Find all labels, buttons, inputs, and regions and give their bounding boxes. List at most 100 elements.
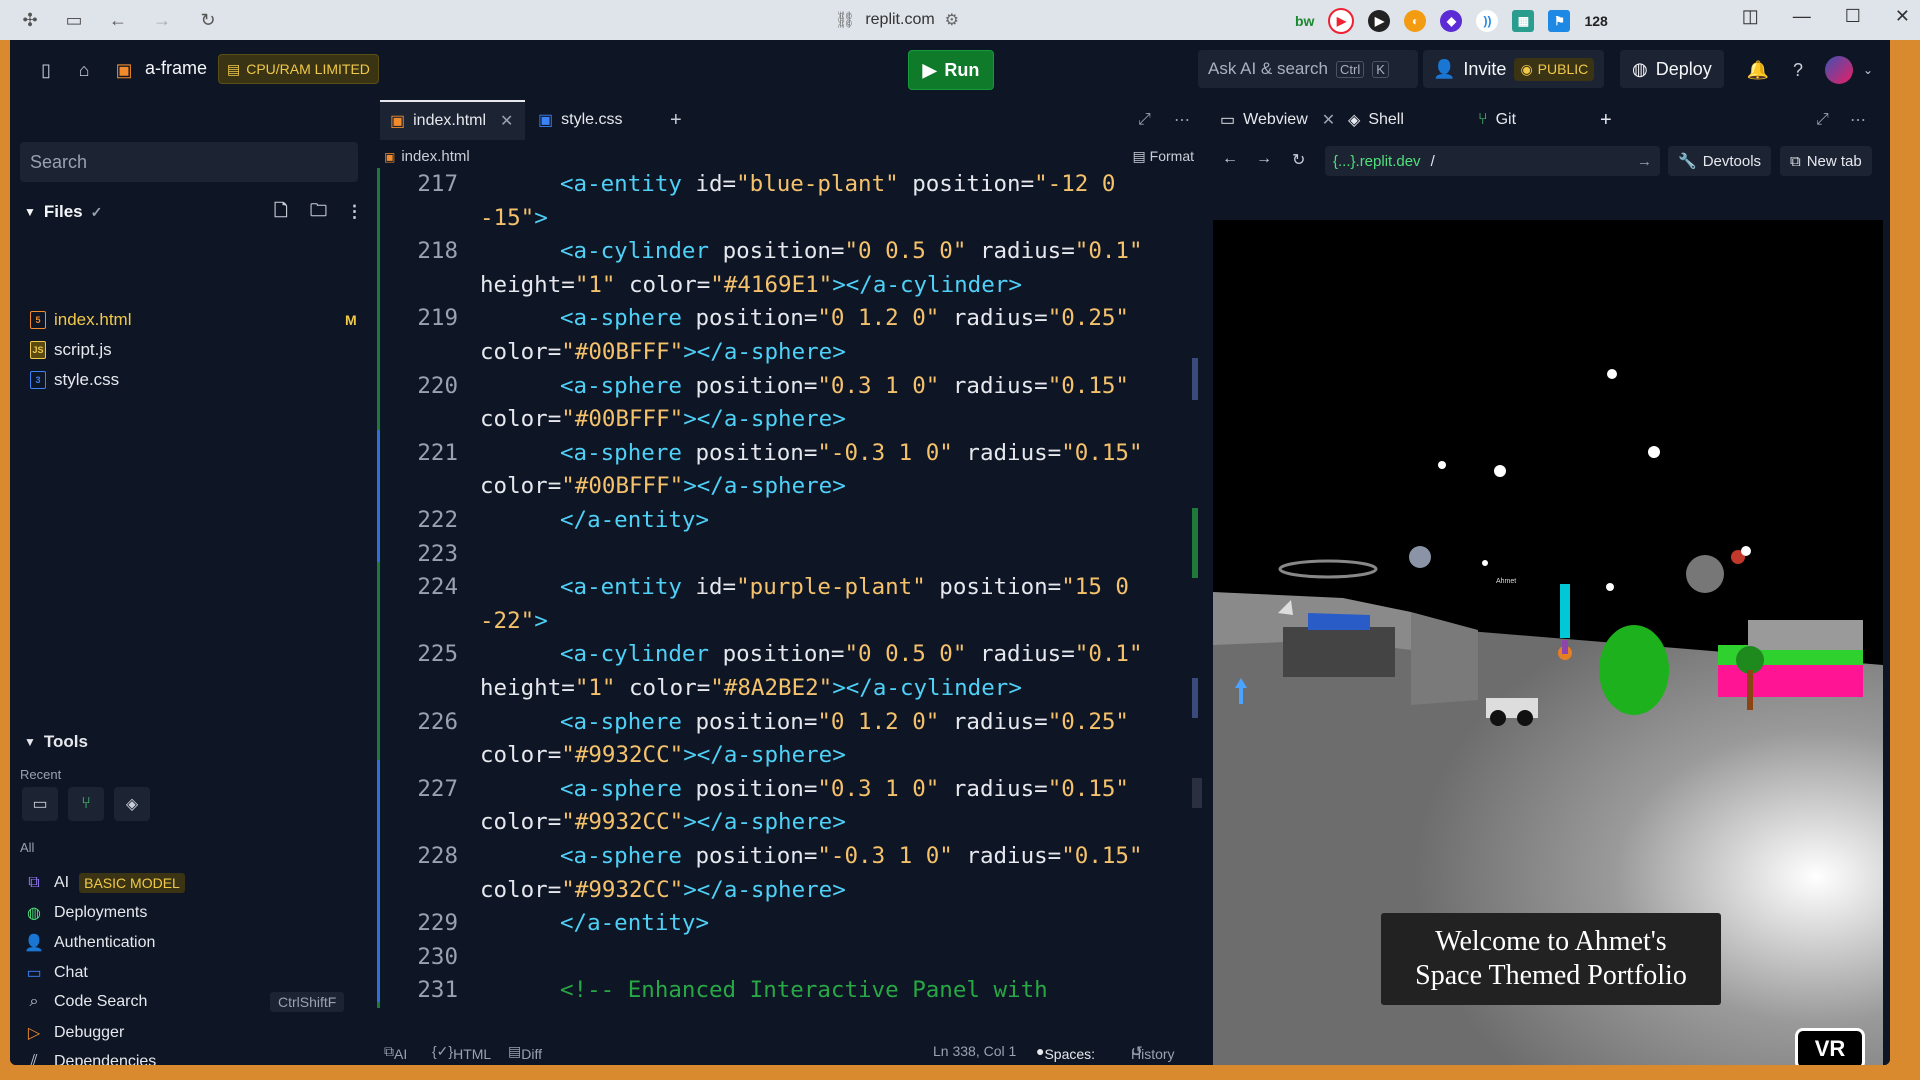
code-line[interactable]: height="1" color="#8A2BE2"></a-cylinder> <box>368 672 1188 705</box>
forward-icon[interactable]: → <box>1256 150 1272 168</box>
code-line[interactable]: 223 <box>368 538 1188 571</box>
status-diff[interactable]: ▤ Diff <box>508 1043 542 1062</box>
code-line[interactable]: color="#9932CC"></a-sphere> <box>368 806 1188 839</box>
vr-button[interactable]: VR <box>1795 1028 1865 1065</box>
tab-style-css[interactable]: ▣ style.css <box>528 100 632 140</box>
file-item-html[interactable]: 5 index.html M <box>30 310 360 330</box>
code-line[interactable]: 217 <a-entity id="blue-plant" position="-… <box>368 168 1188 201</box>
tab-webview[interactable]: ▭ Webview ✕ <box>1220 100 1335 140</box>
recent-shell-icon[interactable]: ◈ <box>114 787 150 821</box>
ext-flag-icon[interactable]: ⚑ <box>1548 10 1571 32</box>
breadcrumb[interactable]: ▣ index.html <box>384 148 470 165</box>
tool-item-dependencies[interactable]: ⫽ Dependencies <box>24 1053 364 1065</box>
ext-diamond-icon[interactable]: ◆ <box>1440 10 1463 32</box>
resource-limit-badge[interactable]: ▤ CPU/RAM LIMITED <box>218 54 379 84</box>
status-spaces[interactable]: ● Spaces: 2 <box>1036 1043 1095 1065</box>
new-file-icon[interactable]: 🗋 <box>274 198 288 227</box>
more-options-icon[interactable]: ⋮ <box>346 202 363 222</box>
file-item-css[interactable]: 3 style.css <box>30 370 360 390</box>
code-line[interactable]: -22"> <box>368 605 1188 638</box>
code-line[interactable]: 230 <box>368 941 1188 974</box>
code-line[interactable]: -15"> <box>368 202 1188 235</box>
more-options-icon[interactable]: ⋯ <box>1850 100 1866 140</box>
tab-index-html[interactable]: ▣ index.html ✕ <box>380 100 525 140</box>
code-line[interactable]: 218 <a-cylinder position="0 0.5 0" radius… <box>368 235 1188 268</box>
help-icon[interactable]: ? <box>1786 58 1810 82</box>
go-arrow-icon[interactable]: → <box>1637 153 1652 170</box>
code-line[interactable]: color="#00BFFF"></a-sphere> <box>368 403 1188 436</box>
model-badge[interactable]: BASIC MODEL <box>79 873 185 893</box>
status-language[interactable]: {✓} HTML <box>432 1043 491 1062</box>
ext-record-icon[interactable]: ▶ <box>1328 8 1355 34</box>
minimize-icon[interactable]: — <box>1793 6 1811 27</box>
code-line[interactable]: 219 <a-sphere position="0 1.2 0" radius="… <box>368 302 1188 335</box>
avatar[interactable] <box>1825 56 1853 84</box>
ext-wave-icon[interactable]: )) <box>1476 10 1499 32</box>
sidebar-toggle-icon[interactable]: ▭ <box>62 8 86 32</box>
site-settings-icon[interactable]: ⚙ <box>945 10 959 30</box>
invite-button[interactable]: 👤 Invite ◉ PUBLIC <box>1423 50 1605 88</box>
new-tab-button[interactable]: ⧉ New tab <box>1780 146 1872 176</box>
ext-play-icon[interactable]: ▶ <box>1368 10 1391 32</box>
expand-icon[interactable]: ⤢ <box>1816 100 1829 140</box>
scrollbar[interactable] <box>1188 168 1204 1008</box>
ext-bw-icon[interactable]: bw <box>1295 13 1314 29</box>
code-line[interactable]: 226 <a-sphere position="0 1.2 0" radius="… <box>368 706 1188 739</box>
status-history[interactable]: History ↺ <box>1131 1043 1175 1062</box>
tab-git[interactable]: ⑂ Git <box>1478 100 1516 140</box>
code-line[interactable]: 222 </a-entity> <box>368 504 1188 537</box>
files-header[interactable]: ▼ Files ✓ 🗋 🗀 ⋮ <box>24 201 364 222</box>
ask-ai-search[interactable]: Ask AI & search Ctrl K <box>1198 50 1418 88</box>
tool-item-code-search[interactable]: ⌕ Code Search CtrlShiftF <box>24 992 364 1012</box>
ext-orb-icon[interactable]: ◐ <box>1404 10 1427 32</box>
tab-shell[interactable]: ◈ Shell <box>1348 100 1404 140</box>
code-line[interactable]: 229 </a-entity> <box>368 907 1188 940</box>
back-icon[interactable]: ← <box>106 8 130 32</box>
split-view-icon[interactable]: ◫ <box>1742 6 1759 27</box>
tool-item-authentication[interactable]: 👤 Authentication <box>24 933 364 953</box>
toggle-sidebar-icon[interactable]: ▯ <box>34 58 58 82</box>
code-line[interactable]: 227 <a-sphere position="0.3 1 0" radius="… <box>368 773 1188 806</box>
code-line[interactable]: 228 <a-sphere position="-0.3 1 0" radius=… <box>368 840 1188 873</box>
format-button[interactable]: ▤ Format <box>1133 148 1194 165</box>
code-line[interactable]: color="#00BFFF"></a-sphere> <box>368 336 1188 369</box>
chevron-down-icon[interactable]: ⌄ <box>1856 58 1880 82</box>
code-line[interactable]: 225 <a-cylinder position="0 0.5 0" radius… <box>368 638 1188 671</box>
tool-item-deployments[interactable]: ◍ Deployments <box>24 903 364 923</box>
public-badge[interactable]: ◉ PUBLIC <box>1514 57 1595 81</box>
webview-address-bar[interactable]: {...}.replit.dev / → <box>1325 146 1660 176</box>
code-area[interactable]: 217 <a-entity id="blue-plant" position="-… <box>368 168 1188 1008</box>
devtools-button[interactable]: 🔧 Devtools <box>1668 146 1772 176</box>
project-name[interactable]: a-frame <box>145 58 207 79</box>
recent-webview-icon[interactable]: ▭ <box>22 787 58 821</box>
deploy-button[interactable]: ◍ Deploy <box>1620 50 1724 88</box>
code-line[interactable]: 224 <a-entity id="purple-plant" position=… <box>368 571 1188 604</box>
forward-icon[interactable]: → <box>150 8 174 32</box>
expand-icon[interactable]: ⤢ <box>1128 100 1161 140</box>
close-icon[interactable]: ✕ <box>500 111 513 131</box>
search-input[interactable]: Search <box>20 142 358 182</box>
home-icon[interactable]: ⌂ <box>72 58 96 82</box>
close-window-icon[interactable]: ✕ <box>1895 6 1910 27</box>
back-icon[interactable]: ← <box>1222 150 1238 168</box>
ext-tile-icon[interactable]: ▦ <box>1512 10 1535 32</box>
tools-header[interactable]: ▼ Tools <box>24 732 88 752</box>
tool-item-chat[interactable]: ▭ Chat <box>24 963 364 983</box>
close-icon[interactable]: ✕ <box>1322 110 1335 130</box>
new-folder-icon[interactable]: 🗀 <box>310 198 327 227</box>
status-cursor[interactable]: Ln 338, Col 1 <box>933 1043 1016 1059</box>
code-line[interactable]: color="#00BFFF"></a-sphere> <box>368 470 1188 503</box>
maximize-icon[interactable]: ☐ <box>1845 6 1861 27</box>
tool-item-ai[interactable]: ⧉ AI BASIC MODEL <box>24 873 364 893</box>
code-line[interactable]: 220 <a-sphere position="0.3 1 0" radius="… <box>368 370 1188 403</box>
webview-scene[interactable]: Ahmet Welcome to Ahmet's Space Themed Po… <box>1213 220 1883 1065</box>
file-item-js[interactable]: JS script.js <box>30 340 360 360</box>
reload-icon[interactable]: ↻ <box>196 8 220 32</box>
ext-count-badge[interactable]: 128 <box>1584 13 1607 29</box>
code-line[interactable]: 221 <a-sphere position="-0.3 1 0" radius=… <box>368 437 1188 470</box>
tool-item-debugger[interactable]: ▷ Debugger <box>24 1023 364 1043</box>
browser-url-bar[interactable]: ⛓ replit.com ⚙ <box>835 8 995 32</box>
run-button[interactable]: ▶ Run <box>908 50 994 90</box>
browser-logo-icon[interactable]: ✣ <box>18 8 42 32</box>
new-pane-tab-button[interactable]: + <box>1600 100 1612 140</box>
